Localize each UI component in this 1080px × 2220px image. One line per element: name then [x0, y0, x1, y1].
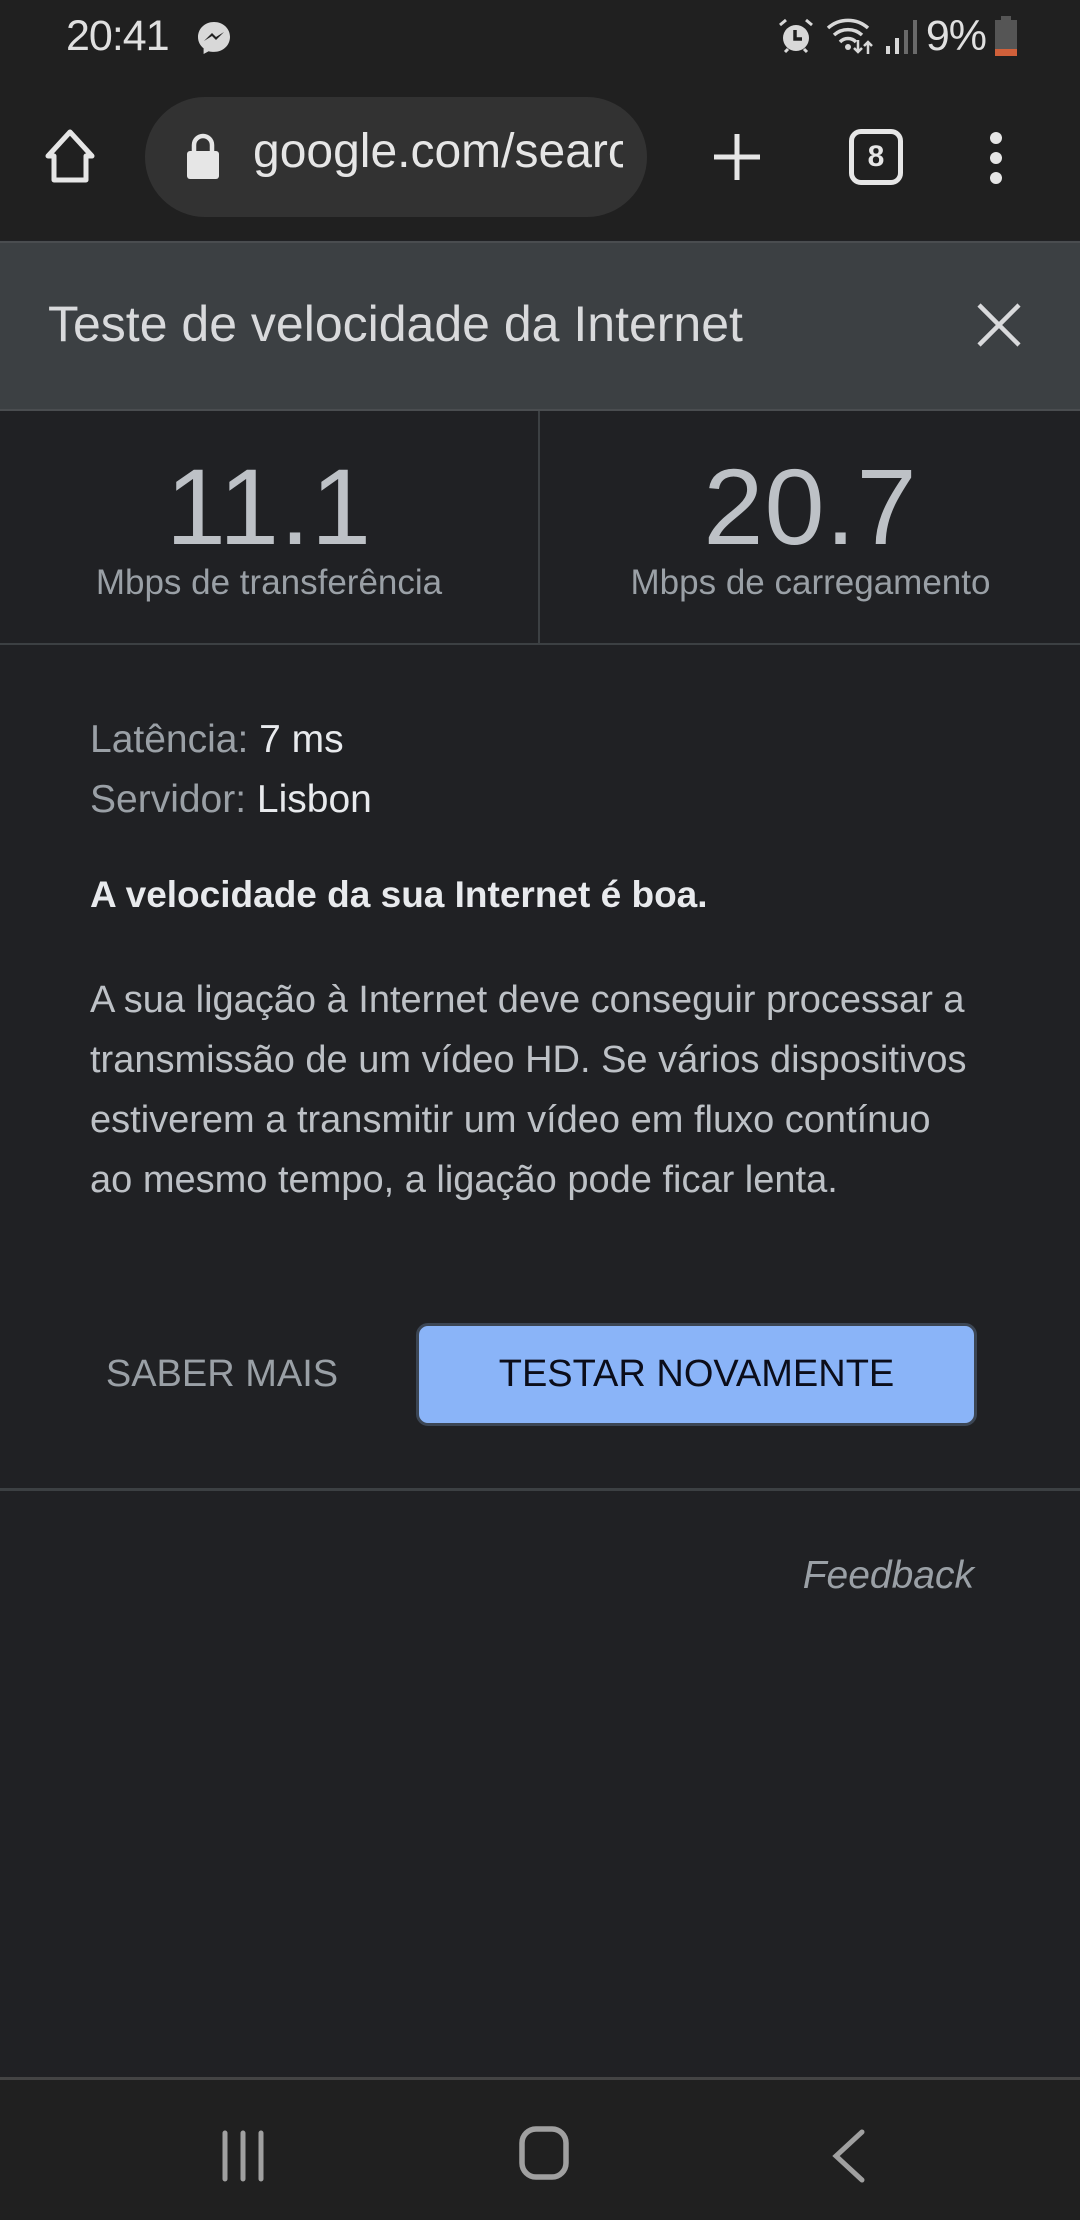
- latency-key: Latência:: [90, 718, 249, 761]
- alarm-icon: [778, 18, 813, 54]
- battery-percent: 9%: [925, 11, 987, 60]
- download-label: Mbps de transferência: [95, 563, 443, 602]
- section-divider: [0, 1488, 1080, 1491]
- lock-icon: [187, 133, 219, 179]
- system-tray: 9%: [776, 11, 1018, 60]
- upload-result: 20.7 Mbps de carregamento: [541, 411, 1080, 643]
- download-result: 11.1 Mbps de transferência: [0, 411, 540, 643]
- speed-details: Latência: 7 ms Servidor: Lisbon A veloci…: [90, 710, 990, 1210]
- download-value: 11.1: [165, 446, 373, 567]
- learn-more-button[interactable]: SABER MAIS: [86, 1328, 358, 1420]
- battery-icon: [995, 16, 1017, 56]
- speed-test-title: Teste de velocidade da Internet: [48, 296, 743, 352]
- tab-switcher-button[interactable]: 8: [849, 129, 903, 185]
- latency-value: 7 ms: [259, 718, 344, 761]
- feedback-link[interactable]: Feedback: [803, 1554, 974, 1598]
- server-row: Servidor: Lisbon: [90, 770, 990, 830]
- upload-value: 20.7: [703, 446, 918, 567]
- status-time: 20:41: [66, 12, 170, 60]
- browser-toolbar: google.com/search 8: [0, 72, 1080, 240]
- messenger-icon: [198, 22, 230, 54]
- more-options-icon[interactable]: [982, 130, 1010, 186]
- close-icon[interactable]: [975, 301, 1023, 349]
- upload-label: Mbps de carregamento: [630, 563, 991, 602]
- recent-apps-icon[interactable]: [220, 2130, 266, 2182]
- latency-row: Latência: 7 ms: [90, 710, 990, 770]
- server-value: Lisbon: [256, 778, 372, 821]
- system-nav-bar: [0, 2077, 1080, 2220]
- wifi-icon: [826, 18, 873, 54]
- new-tab-icon[interactable]: [712, 132, 762, 182]
- speed-description: A sua ligação à Internet deve conseguir …: [90, 979, 967, 1201]
- status-bar: 20:41 9%: [0, 0, 1080, 72]
- retest-button[interactable]: TESTAR NOVAMENTE: [416, 1323, 977, 1426]
- tab-count: 8: [867, 140, 885, 173]
- back-icon[interactable]: [830, 2128, 866, 2184]
- signal-icon: [885, 20, 917, 54]
- speed-verdict: A velocidade da sua Internet é boa.: [90, 874, 708, 915]
- url-text[interactable]: google.com/search: [253, 124, 623, 179]
- server-key: Servidor:: [90, 778, 247, 821]
- address-bar[interactable]: google.com/search: [145, 97, 647, 217]
- speed-results: 11.1 Mbps de transferência 20.7 Mbps de …: [0, 411, 1080, 645]
- home-icon[interactable]: [42, 128, 98, 184]
- home-nav-icon[interactable]: [518, 2125, 570, 2181]
- speed-test-header: Teste de velocidade da Internet: [0, 241, 1080, 411]
